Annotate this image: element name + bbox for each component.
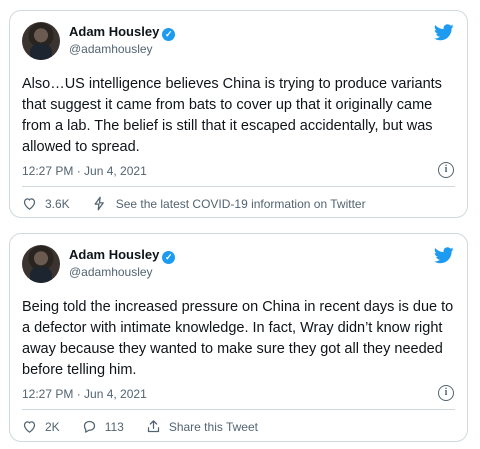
author-handle[interactable]: @adamhousley — [69, 265, 153, 279]
avatar[interactable] — [22, 245, 60, 283]
lightning-icon — [94, 196, 104, 211]
author-name-text[interactable]: Adam Housley — [69, 24, 159, 39]
covid-info-link[interactable]: See the latest COVID-19 information on T… — [92, 196, 366, 211]
tweet-timestamp[interactable]: 12:27 PM · Jun 4, 2021 — [22, 164, 147, 178]
verified-icon: ✓ — [162, 251, 176, 264]
tweet-actions: 3.6K See the latest COVID-19 information… — [22, 196, 388, 211]
info-icon[interactable]: i — [438, 385, 454, 401]
reply-button[interactable]: 113 — [82, 419, 124, 434]
share-icon — [147, 420, 159, 433]
tweet-text: Also…US intelligence believes China is t… — [22, 76, 442, 155]
reply-icon — [83, 420, 95, 433]
tweet-timestamp[interactable]: 12:27 PM · Jun 4, 2021 — [22, 387, 147, 401]
author-name-text[interactable]: Adam Housley — [69, 247, 159, 262]
heart-icon — [23, 198, 36, 210]
twitter-bird-icon[interactable] — [434, 247, 454, 264]
reply-count: 113 — [104, 419, 124, 434]
like-count: 3.6K — [45, 196, 70, 211]
like-count: 2K — [45, 419, 60, 434]
tweet-card[interactable]: Adam Housley ✓ @adamhousley Being told th… — [9, 233, 468, 442]
verified-icon: ✓ — [162, 28, 176, 41]
like-button[interactable]: 3.6K — [22, 196, 70, 211]
info-icon[interactable]: i — [438, 162, 454, 178]
share-label: Share this Tweet — [168, 419, 258, 434]
share-button[interactable]: Share this Tweet — [146, 419, 258, 434]
divider — [22, 186, 455, 187]
tweet-card[interactable]: Adam Housley ✓ @adamhousley Also…US intel… — [9, 10, 468, 218]
heart-icon — [23, 421, 36, 433]
author-handle[interactable]: @adamhousley — [69, 42, 153, 56]
author-name[interactable]: Adam Housley ✓ — [69, 247, 176, 264]
tweet-actions: 2K 113 Share this Tweet — [22, 419, 280, 434]
author-name[interactable]: Adam Housley ✓ — [69, 24, 176, 41]
divider — [22, 409, 455, 410]
tweet-text: Being told the increased pressure on Chi… — [22, 299, 454, 378]
twitter-bird-icon[interactable] — [434, 24, 454, 41]
avatar[interactable] — [22, 22, 60, 60]
like-button[interactable]: 2K — [22, 419, 60, 434]
covid-info-label: See the latest COVID-19 information on T… — [115, 196, 366, 211]
